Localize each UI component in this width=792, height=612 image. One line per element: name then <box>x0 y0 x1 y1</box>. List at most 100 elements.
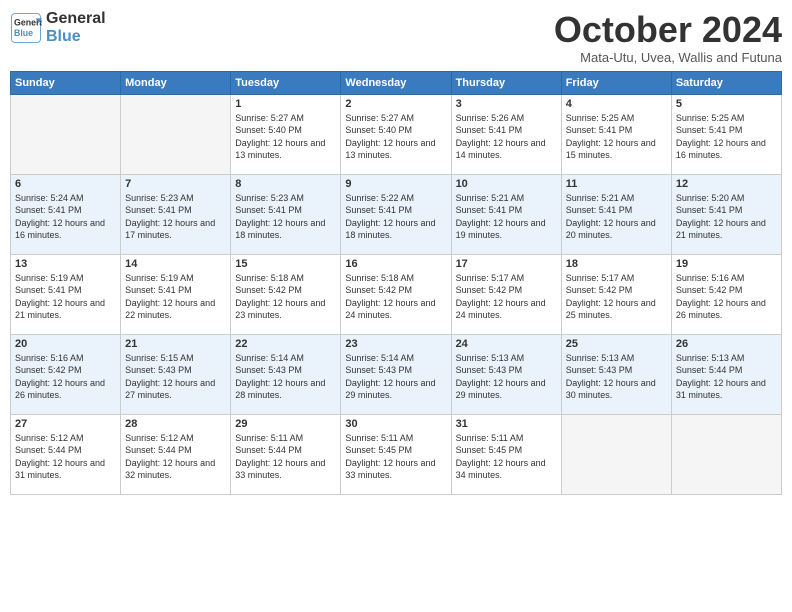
cell-day-empty <box>121 94 231 174</box>
day-info: Sunrise: 5:11 AM Sunset: 5:45 PM Dayligh… <box>456 432 557 482</box>
day-info: Sunrise: 5:25 AM Sunset: 5:41 PM Dayligh… <box>566 112 667 162</box>
month-title: October 2024 <box>554 10 782 50</box>
logo-text-general: General <box>46 10 106 28</box>
day-info: Sunrise: 5:20 AM Sunset: 5:41 PM Dayligh… <box>676 192 777 242</box>
cell-day-15: 15 Sunrise: 5:18 AM Sunset: 5:42 PM Dayli… <box>231 254 341 334</box>
day-number: 15 <box>235 258 336 270</box>
cell-day-12: 12 Sunrise: 5:20 AM Sunset: 5:41 PM Dayli… <box>671 174 781 254</box>
day-info: Sunrise: 5:21 AM Sunset: 5:41 PM Dayligh… <box>566 192 667 242</box>
svg-text:Blue: Blue <box>14 28 33 38</box>
day-number: 4 <box>566 98 667 110</box>
cell-day-8: 8 Sunrise: 5:23 AM Sunset: 5:41 PM Daylig… <box>231 174 341 254</box>
cell-day-13: 13Sunrise: 5:19 AM Sunset: 5:41 PM Dayli… <box>11 254 121 334</box>
cell-day-11: 11 Sunrise: 5:21 AM Sunset: 5:41 PM Dayli… <box>561 174 671 254</box>
day-info: Sunrise: 5:27 AM Sunset: 5:40 PM Dayligh… <box>235 112 336 162</box>
cell-day-7: 7Sunrise: 5:23 AM Sunset: 5:41 PM Daylig… <box>121 174 231 254</box>
cell-day-9: 9 Sunrise: 5:22 AM Sunset: 5:41 PM Daylig… <box>341 174 451 254</box>
cell-day-21: 21 Sunrise: 5:15 AM Sunset: 5:43 PM Dayli… <box>121 334 231 414</box>
cell-day-4: 4 Sunrise: 5:25 AM Sunset: 5:41 PM Daylig… <box>561 94 671 174</box>
day-number: 1 <box>235 98 336 110</box>
week-row-3: 13Sunrise: 5:19 AM Sunset: 5:41 PM Dayli… <box>11 254 782 334</box>
day-info: Sunrise: 5:15 AM Sunset: 5:43 PM Dayligh… <box>125 352 226 402</box>
cell-day-30: 30Sunrise: 5:11 AM Sunset: 5:45 PM Dayli… <box>341 414 451 494</box>
day-info: Sunrise: 5:24 AM Sunset: 5:41 PM Dayligh… <box>15 192 116 242</box>
cell-day-25: 25Sunrise: 5:13 AM Sunset: 5:43 PM Dayli… <box>561 334 671 414</box>
cell-day-29: 29Sunrise: 5:11 AM Sunset: 5:44 PM Dayli… <box>231 414 341 494</box>
day-info: Sunrise: 5:18 AM Sunset: 5:42 PM Dayligh… <box>235 272 336 322</box>
day-info: Sunrise: 5:26 AM Sunset: 5:41 PM Dayligh… <box>456 112 557 162</box>
cell-day-6: 6 Sunrise: 5:24 AM Sunset: 5:41 PM Daylig… <box>11 174 121 254</box>
cell-day-31: 31 Sunrise: 5:11 AM Sunset: 5:45 PM Dayli… <box>451 414 561 494</box>
day-number: 10 <box>456 178 557 190</box>
day-number: 19 <box>676 258 777 270</box>
day-number: 2 <box>345 98 446 110</box>
cell-day-24: 24 Sunrise: 5:13 AM Sunset: 5:43 PM Dayli… <box>451 334 561 414</box>
day-number: 30 <box>345 418 446 430</box>
day-info: Sunrise: 5:22 AM Sunset: 5:41 PM Dayligh… <box>345 192 446 242</box>
cell-day-5: 5 Sunrise: 5:25 AM Sunset: 5:41 PM Daylig… <box>671 94 781 174</box>
day-number: 9 <box>345 178 446 190</box>
col-friday: Friday <box>561 71 671 94</box>
week-row-2: 6 Sunrise: 5:24 AM Sunset: 5:41 PM Daylig… <box>11 174 782 254</box>
col-wednesday: Wednesday <box>341 71 451 94</box>
day-number: 6 <box>15 178 116 190</box>
cell-day-2: 2Sunrise: 5:27 AM Sunset: 5:40 PM Daylig… <box>341 94 451 174</box>
calendar-table: Sunday Monday Tuesday Wednesday Thursday… <box>10 71 782 495</box>
logo-icon: General Blue <box>10 12 42 44</box>
day-number: 21 <box>125 338 226 350</box>
logo: General Blue General Blue <box>10 10 106 45</box>
cell-day-23: 23 Sunrise: 5:14 AM Sunset: 5:43 PM Dayli… <box>341 334 451 414</box>
day-number: 17 <box>456 258 557 270</box>
day-number: 11 <box>566 178 667 190</box>
day-info: Sunrise: 5:17 AM Sunset: 5:42 PM Dayligh… <box>566 272 667 322</box>
cell-day-empty <box>671 414 781 494</box>
day-info: Sunrise: 5:18 AM Sunset: 5:42 PM Dayligh… <box>345 272 446 322</box>
day-info: Sunrise: 5:14 AM Sunset: 5:43 PM Dayligh… <box>235 352 336 402</box>
cell-day-19: 19 Sunrise: 5:16 AM Sunset: 5:42 PM Dayli… <box>671 254 781 334</box>
title-block: October 2024 Mata-Utu, Uvea, Wallis and … <box>554 10 782 65</box>
week-row-4: 20Sunrise: 5:16 AM Sunset: 5:42 PM Dayli… <box>11 334 782 414</box>
cell-day-empty <box>561 414 671 494</box>
day-info: Sunrise: 5:14 AM Sunset: 5:43 PM Dayligh… <box>345 352 446 402</box>
cell-day-14: 14Sunrise: 5:19 AM Sunset: 5:41 PM Dayli… <box>121 254 231 334</box>
day-number: 18 <box>566 258 667 270</box>
day-number: 7 <box>125 178 226 190</box>
day-number: 20 <box>15 338 116 350</box>
weekday-header-row: Sunday Monday Tuesday Wednesday Thursday… <box>11 71 782 94</box>
day-number: 23 <box>345 338 446 350</box>
day-number: 25 <box>566 338 667 350</box>
day-info: Sunrise: 5:23 AM Sunset: 5:41 PM Dayligh… <box>235 192 336 242</box>
cell-day-22: 22 Sunrise: 5:14 AM Sunset: 5:43 PM Dayli… <box>231 334 341 414</box>
cell-day-16: 16Sunrise: 5:18 AM Sunset: 5:42 PM Dayli… <box>341 254 451 334</box>
day-number: 12 <box>676 178 777 190</box>
day-number: 5 <box>676 98 777 110</box>
cell-day-26: 26 Sunrise: 5:13 AM Sunset: 5:44 PM Dayli… <box>671 334 781 414</box>
logo-text-blue: Blue <box>46 28 106 46</box>
day-info: Sunrise: 5:11 AM Sunset: 5:44 PM Dayligh… <box>235 432 336 482</box>
day-number: 24 <box>456 338 557 350</box>
day-info: Sunrise: 5:13 AM Sunset: 5:43 PM Dayligh… <box>456 352 557 402</box>
cell-day-18: 18 Sunrise: 5:17 AM Sunset: 5:42 PM Dayli… <box>561 254 671 334</box>
day-info: Sunrise: 5:21 AM Sunset: 5:41 PM Dayligh… <box>456 192 557 242</box>
week-row-1: 1 Sunrise: 5:27 AM Sunset: 5:40 PM Daylig… <box>11 94 782 174</box>
day-number: 31 <box>456 418 557 430</box>
cell-day-28: 28Sunrise: 5:12 AM Sunset: 5:44 PM Dayli… <box>121 414 231 494</box>
cell-day-20: 20Sunrise: 5:16 AM Sunset: 5:42 PM Dayli… <box>11 334 121 414</box>
col-saturday: Saturday <box>671 71 781 94</box>
day-number: 26 <box>676 338 777 350</box>
cell-day-10: 10 Sunrise: 5:21 AM Sunset: 5:41 PM Dayli… <box>451 174 561 254</box>
location-subtitle: Mata-Utu, Uvea, Wallis and Futuna <box>554 50 782 65</box>
cell-day-empty <box>11 94 121 174</box>
day-number: 8 <box>235 178 336 190</box>
day-number: 28 <box>125 418 226 430</box>
week-row-5: 27 Sunrise: 5:12 AM Sunset: 5:44 PM Dayli… <box>11 414 782 494</box>
day-number: 22 <box>235 338 336 350</box>
day-info: Sunrise: 5:12 AM Sunset: 5:44 PM Dayligh… <box>15 432 116 482</box>
day-info: Sunrise: 5:25 AM Sunset: 5:41 PM Dayligh… <box>676 112 777 162</box>
day-info: Sunrise: 5:13 AM Sunset: 5:44 PM Dayligh… <box>676 352 777 402</box>
cell-day-27: 27 Sunrise: 5:12 AM Sunset: 5:44 PM Dayli… <box>11 414 121 494</box>
day-info: Sunrise: 5:19 AM Sunset: 5:41 PM Dayligh… <box>125 272 226 322</box>
cell-day-17: 17Sunrise: 5:17 AM Sunset: 5:42 PM Dayli… <box>451 254 561 334</box>
day-info: Sunrise: 5:16 AM Sunset: 5:42 PM Dayligh… <box>676 272 777 322</box>
day-number: 27 <box>15 418 116 430</box>
